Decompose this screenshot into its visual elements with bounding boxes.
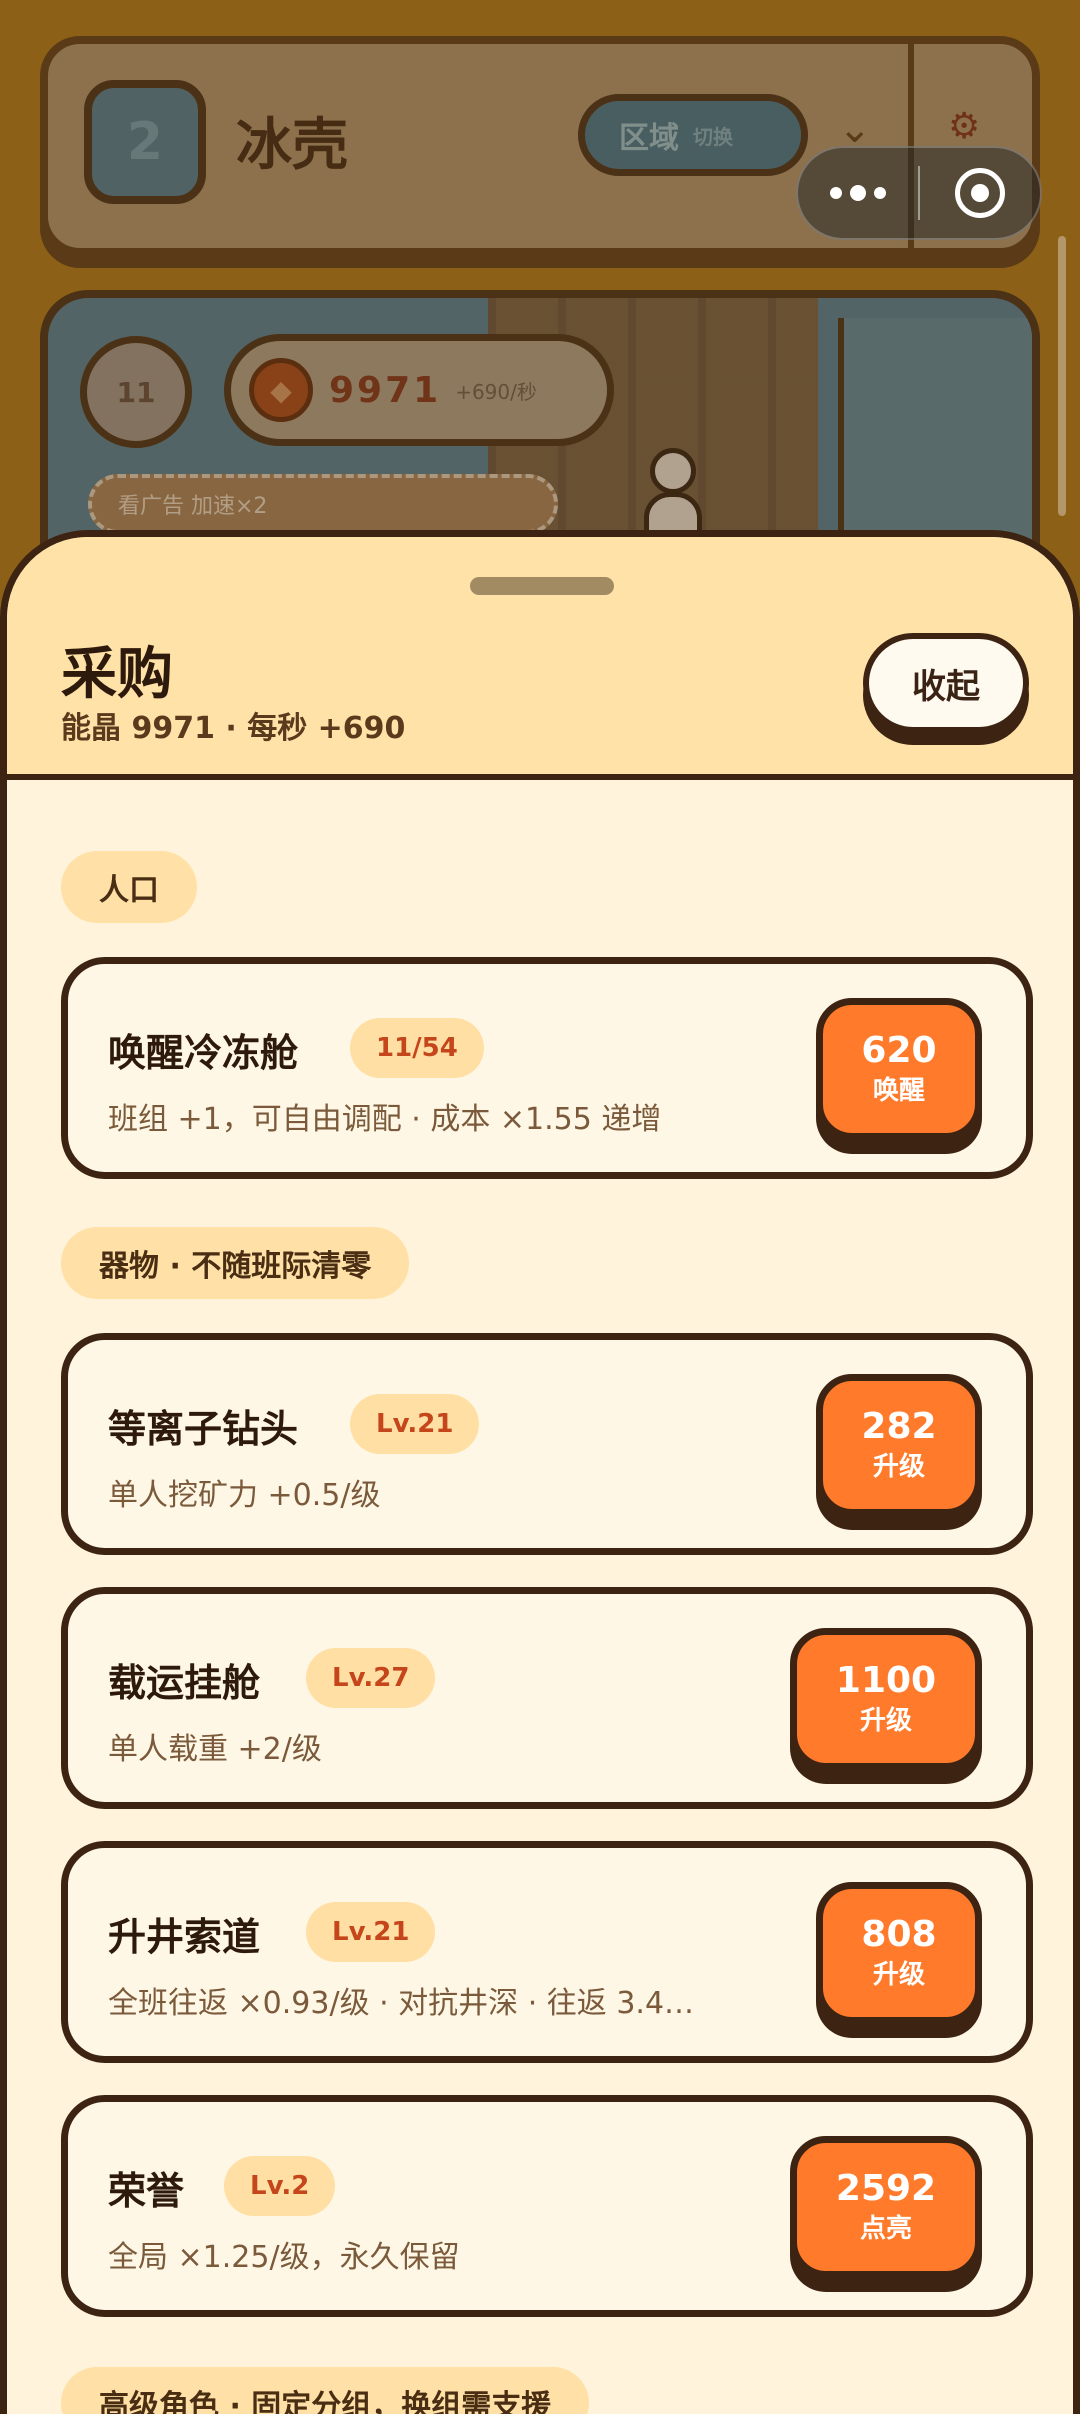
item-name: 等离子钻头 <box>108 1407 299 1451</box>
miner-head <box>650 448 696 494</box>
purchase-sheet: 采购 能晶 9971 · 每秒 +690 收起 人口 唤醒冷冻舱 11/54 班… <box>0 530 1080 2414</box>
item-name: 唤醒冷冻舱 <box>108 1031 299 1075</box>
currency-rate: +690/秒 <box>455 379 537 404</box>
button-action: 升级 <box>859 1706 912 1736</box>
item-card-plasma-drill: 等离子钻头 Lv.21 单人挖矿力 +0.5/级 282 升级 <box>61 1333 1033 1555</box>
level-indicator: 11 <box>80 336 192 448</box>
region-number-badge: 2 <box>84 80 206 204</box>
settings-icon[interactable]: ⚙ <box>948 106 980 147</box>
button-cost: 1100 <box>835 1660 937 1701</box>
wake-button[interactable]: 620 唤醒 <box>816 998 982 1140</box>
collapse-button[interactable]: 收起 <box>863 633 1029 733</box>
button-cost: 620 <box>861 1030 937 1071</box>
item-desc: 全班往返 ×0.93/级 · 对抗井深 · 往返 3.4… <box>108 1986 695 2021</box>
sheet-header: 采购 能晶 9971 · 每秒 +690 收起 <box>7 537 1073 780</box>
region-name: 冰壳 <box>236 113 348 178</box>
section-advanced: 高级角色 · 固定分组，换组需支援 <box>61 2367 590 2414</box>
drag-handle[interactable] <box>470 577 614 595</box>
section-population: 人口 <box>61 851 197 923</box>
section-equipment: 器物 · 不随班际清零 <box>61 1227 410 1299</box>
button-action: 点亮 <box>859 2214 912 2244</box>
more-menu-icon[interactable] <box>798 185 918 201</box>
light-up-button[interactable]: 2592 点亮 <box>790 2136 982 2278</box>
upgrade-button[interactable]: 282 升级 <box>816 1374 982 1516</box>
item-desc: 全局 ×1.25/级，永久保留 <box>108 2240 460 2275</box>
button-action: 唤醒 <box>872 1076 925 1106</box>
button-cost: 2592 <box>835 2168 937 2209</box>
scrollbar[interactable] <box>1058 236 1066 516</box>
sheet-subtitle: 能晶 9971 · 每秒 +690 <box>61 711 406 746</box>
item-card-cryo-pod: 唤醒冷冻舱 11/54 班组 +1，可自由调配 · 成本 ×1.55 递增 62… <box>61 957 1033 1179</box>
close-miniprogram-icon[interactable] <box>920 168 1040 218</box>
item-badge: Lv.2 <box>224 2156 336 2216</box>
region-switch-pill[interactable]: 区域 切换 <box>578 94 808 176</box>
upgrade-button[interactable]: 808 升级 <box>816 1882 982 2024</box>
button-cost: 808 <box>861 1914 937 1955</box>
region-pill-label: 区域 <box>619 121 679 156</box>
upgrade-button[interactable]: 1100 升级 <box>790 1628 982 1770</box>
item-name: 升井索道 <box>108 1915 261 1959</box>
button-action: 升级 <box>872 1960 925 1990</box>
sheet-title: 采购 <box>61 642 173 707</box>
item-badge: Lv.21 <box>306 1902 436 1962</box>
item-card-honor: 荣誉 Lv.2 全局 ×1.25/级，永久保留 2592 点亮 <box>61 2095 1033 2317</box>
currency-value: 9971 <box>329 369 442 411</box>
ad-boost-strip[interactable]: 看广告 加速×2 <box>88 474 558 534</box>
energy-crystal-icon: ◆ <box>249 358 313 422</box>
currency-pill: ◆ 9971 +690/秒 <box>224 334 614 446</box>
miniprogram-capsule <box>796 146 1042 240</box>
region-pill-sub: 切换 <box>693 124 733 149</box>
item-desc: 单人挖矿力 +0.5/级 <box>108 1478 381 1513</box>
item-card-lift-cable: 升井索道 Lv.21 全班往返 ×0.93/级 · 对抗井深 · 往返 3.4…… <box>61 1841 1033 2063</box>
button-action: 升级 <box>872 1452 925 1482</box>
item-desc: 单人载重 +2/级 <box>108 1732 322 1767</box>
item-badge: Lv.21 <box>350 1394 480 1454</box>
item-badge: 11/54 <box>350 1018 484 1078</box>
item-card-cargo-pod: 载运挂舱 Lv.27 单人载重 +2/级 1100 升级 <box>61 1587 1033 1809</box>
item-name: 载运挂舱 <box>108 1661 261 1705</box>
item-desc: 班组 +1，可自由调配 · 成本 ×1.55 递增 <box>108 1102 662 1137</box>
item-badge: Lv.27 <box>306 1648 436 1708</box>
button-cost: 282 <box>861 1406 937 1447</box>
item-name: 荣誉 <box>108 2169 185 2213</box>
